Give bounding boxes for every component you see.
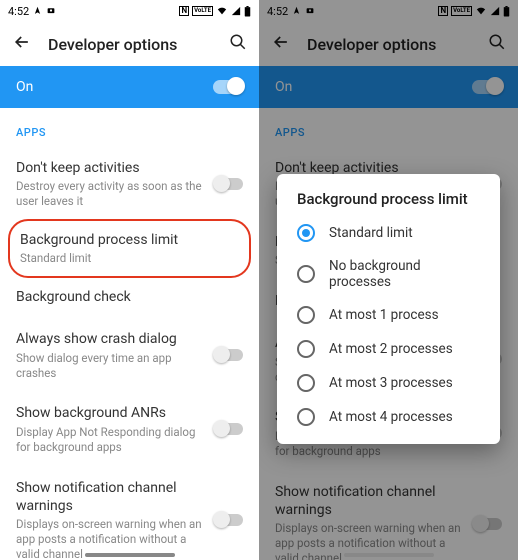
highlight-ring: Background process limit Standard limit <box>8 219 251 278</box>
item-subtitle: Standard limit <box>20 251 239 266</box>
item-notification-channel-warnings[interactable]: Show notification channel warnings Displ… <box>0 467 259 560</box>
radio-label: At most 4 processes <box>329 409 453 425</box>
dialog-title: Background process limit <box>277 190 500 216</box>
radio-no-background[interactable]: No background processes <box>277 250 500 298</box>
radio-icon <box>297 306 315 324</box>
radio-icon <box>297 340 315 358</box>
toggle-on-icon[interactable] <box>213 80 243 94</box>
item-subtitle: Show dialog every time an app crashes <box>16 351 203 381</box>
phone-left: 4:52 N VoLTE Developer options <box>0 0 259 560</box>
item-subtitle: Display App Not Responding dialog for ba… <box>16 425 203 455</box>
item-background-check[interactable]: Background check <box>0 276 259 318</box>
item-title: Background check <box>16 288 243 306</box>
radio-label: No background processes <box>329 258 480 290</box>
radio-standard-limit[interactable]: Standard limit <box>277 216 500 250</box>
switch-off-icon[interactable] <box>215 349 243 361</box>
settings-list: APPS Don't keep activities Destroy every… <box>0 108 259 560</box>
switch-off-icon[interactable] <box>215 514 243 526</box>
radio-icon <box>297 408 315 426</box>
battery-icon <box>244 6 251 17</box>
radio-selected-icon <box>297 224 315 242</box>
item-dont-keep-activities[interactable]: Don't keep activities Destroy every acti… <box>0 147 259 221</box>
app-bar: Developer options <box>0 22 259 66</box>
page-title: Developer options <box>48 35 213 54</box>
master-switch-row[interactable]: On <box>0 66 259 108</box>
item-subtitle: Destroy every activity as soon as the us… <box>16 179 203 209</box>
dialog-background-process-limit: Background process limit Standard limit … <box>277 174 500 444</box>
master-switch-label: On <box>16 79 33 95</box>
signal-icon <box>231 6 241 16</box>
item-title: Background process limit <box>20 231 239 249</box>
radio-label: At most 3 processes <box>329 375 453 391</box>
radio-label: At most 1 process <box>329 307 439 323</box>
item-show-background-anrs[interactable]: Show background ANRs Display App Not Res… <box>0 392 259 466</box>
nfc-icon: N <box>179 6 189 16</box>
item-title: Don't keep activities <box>16 159 203 177</box>
radio-label: At most 2 processes <box>329 341 453 357</box>
item-title: Show notification channel warnings <box>16 479 203 515</box>
item-title: Always show crash dialog <box>16 330 203 348</box>
radio-icon <box>297 265 315 283</box>
camera-icon <box>46 5 56 18</box>
radio-at-most-2[interactable]: At most 2 processes <box>277 332 500 366</box>
item-background-process-limit[interactable]: Background process limit Standard limit <box>20 231 239 266</box>
nav-pill[interactable] <box>344 553 434 557</box>
item-always-show-crash[interactable]: Always show crash dialog Show dialog eve… <box>0 318 259 392</box>
section-apps: APPS <box>0 108 259 147</box>
radio-at-most-3[interactable]: At most 3 processes <box>277 366 500 400</box>
volte-icon: VoLTE <box>192 6 213 15</box>
switch-off-icon[interactable] <box>215 178 243 190</box>
phone-right: 4:52 N VoLTE Developer options On <box>259 0 518 560</box>
search-icon[interactable] <box>229 33 247 55</box>
wifi-icon <box>216 6 228 16</box>
radio-icon <box>297 374 315 392</box>
status-bar: 4:52 N VoLTE <box>0 0 259 22</box>
status-time: 4:52 <box>8 5 29 18</box>
switch-off-icon[interactable] <box>215 423 243 435</box>
radio-at-most-4[interactable]: At most 4 processes <box>277 400 500 434</box>
item-title: Show background ANRs <box>16 404 203 422</box>
radio-at-most-1[interactable]: At most 1 process <box>277 298 500 332</box>
back-icon[interactable] <box>12 32 32 56</box>
radio-label: Standard limit <box>329 225 413 241</box>
nav-pill[interactable] <box>85 553 175 557</box>
location-icon <box>33 5 42 18</box>
